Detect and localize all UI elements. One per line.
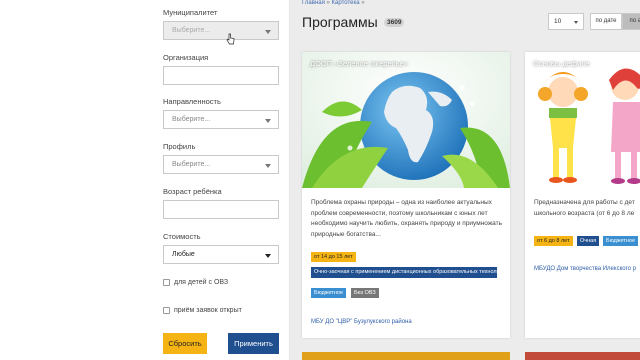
chevron-down-icon bbox=[265, 30, 271, 34]
budget-tag: Бюджетное bbox=[311, 288, 347, 298]
direction-select-value: Выберите... bbox=[172, 116, 211, 123]
card-title[interactable]: Основы дефиле bbox=[533, 59, 590, 68]
municipality-label: Муниципалитет bbox=[163, 8, 218, 17]
sort-alphabet-button[interactable]: по ал bbox=[622, 13, 640, 30]
globe-leaves-illustration bbox=[302, 52, 510, 188]
organization-link[interactable]: МБУ ДО "ЦВР" Бузулукского района bbox=[311, 319, 412, 325]
profile-select-value: Выберите... bbox=[172, 161, 211, 168]
cost-select[interactable]: Любые bbox=[163, 245, 279, 264]
card-image-globe: ДООП «Зеленое ожерелье» bbox=[302, 52, 510, 188]
apply-button[interactable]: Применить bbox=[228, 333, 279, 354]
breadcrumb-separator: » bbox=[326, 0, 330, 6]
filter-panel: Муниципалитет Выберите... Организация На… bbox=[0, 0, 290, 360]
ovz-tag: Без ОВЗ bbox=[351, 288, 379, 298]
dolls-illustration bbox=[525, 52, 640, 188]
count-badge: 3609 bbox=[384, 18, 405, 27]
next-card-preview bbox=[302, 352, 510, 360]
card-description: Проблема охраны природы – одна из наибол… bbox=[311, 199, 503, 238]
organization-link[interactable]: МБУДО Дом творчества Илекского р bbox=[534, 266, 636, 272]
chevron-down-icon bbox=[265, 119, 271, 123]
card-description-line: Предназначена для работы с дет bbox=[534, 199, 635, 206]
card-description: Предназначена для работы с дет школьного… bbox=[534, 198, 640, 219]
profile-label: Профиль bbox=[163, 142, 196, 151]
sort-by-date-button[interactable]: по дате bbox=[590, 13, 622, 30]
direction-label: Направленность bbox=[163, 97, 221, 106]
per-page-value: 10 bbox=[554, 18, 562, 25]
age-input[interactable] bbox=[163, 200, 279, 219]
breadcrumb: Главная » Картотека » bbox=[302, 0, 365, 6]
ovz-checkbox-label: для детей с ОВЗ bbox=[174, 279, 229, 286]
age-label: Возраст ребёнка bbox=[163, 187, 222, 196]
breadcrumb-home-link[interactable]: Главная bbox=[302, 0, 325, 6]
card-title[interactable]: ДООП «Зеленое ожерелье» bbox=[310, 59, 408, 68]
profile-select[interactable]: Выберите... bbox=[163, 155, 279, 174]
budget-tag: Бюджетное bbox=[603, 236, 639, 246]
direction-select[interactable]: Выберите... bbox=[163, 110, 279, 129]
municipality-select-value: Выберите... bbox=[172, 27, 211, 34]
organization-input[interactable] bbox=[163, 66, 279, 85]
open-enrollment-checkbox[interactable] bbox=[163, 307, 170, 314]
format-tag: Очная bbox=[577, 236, 600, 246]
hand-cursor-icon bbox=[226, 33, 235, 45]
cost-select-value: Любые bbox=[172, 251, 195, 258]
card-image-dolls: Основы дефиле bbox=[525, 52, 640, 188]
program-card[interactable]: Основы дефиле Предназначена для работы с… bbox=[525, 52, 640, 338]
age-tag: от 14 до 15 лет bbox=[311, 252, 356, 262]
format-tag: Очно-заочная с применением дистанционных… bbox=[311, 267, 508, 278]
chevron-down-icon bbox=[265, 254, 271, 258]
chevron-down-icon bbox=[265, 164, 271, 168]
breadcrumb-catalog-link[interactable]: Картотека bbox=[332, 0, 360, 6]
cost-label: Стоимость bbox=[163, 232, 201, 241]
next-card-preview bbox=[525, 352, 640, 360]
reset-button[interactable]: Сбросить bbox=[163, 333, 207, 354]
page-title: Программы bbox=[302, 14, 378, 30]
per-page-select[interactable]: 10 bbox=[548, 13, 584, 30]
program-card[interactable]: ДООП «Зеленое ожерелье» Проблема охраны … bbox=[302, 52, 510, 338]
organization-label: Организация bbox=[163, 53, 209, 62]
chevron-down-icon bbox=[574, 21, 578, 24]
ovz-checkbox[interactable] bbox=[163, 279, 170, 286]
open-enrollment-label: приём заявок открыт bbox=[174, 307, 242, 314]
age-tag: от 6 до 8 лет bbox=[534, 236, 573, 246]
breadcrumb-separator: » bbox=[361, 0, 365, 6]
municipality-select[interactable]: Выберите... bbox=[163, 21, 279, 40]
card-description-line: школьного возраста (от 6 до 8 ле bbox=[534, 209, 635, 217]
